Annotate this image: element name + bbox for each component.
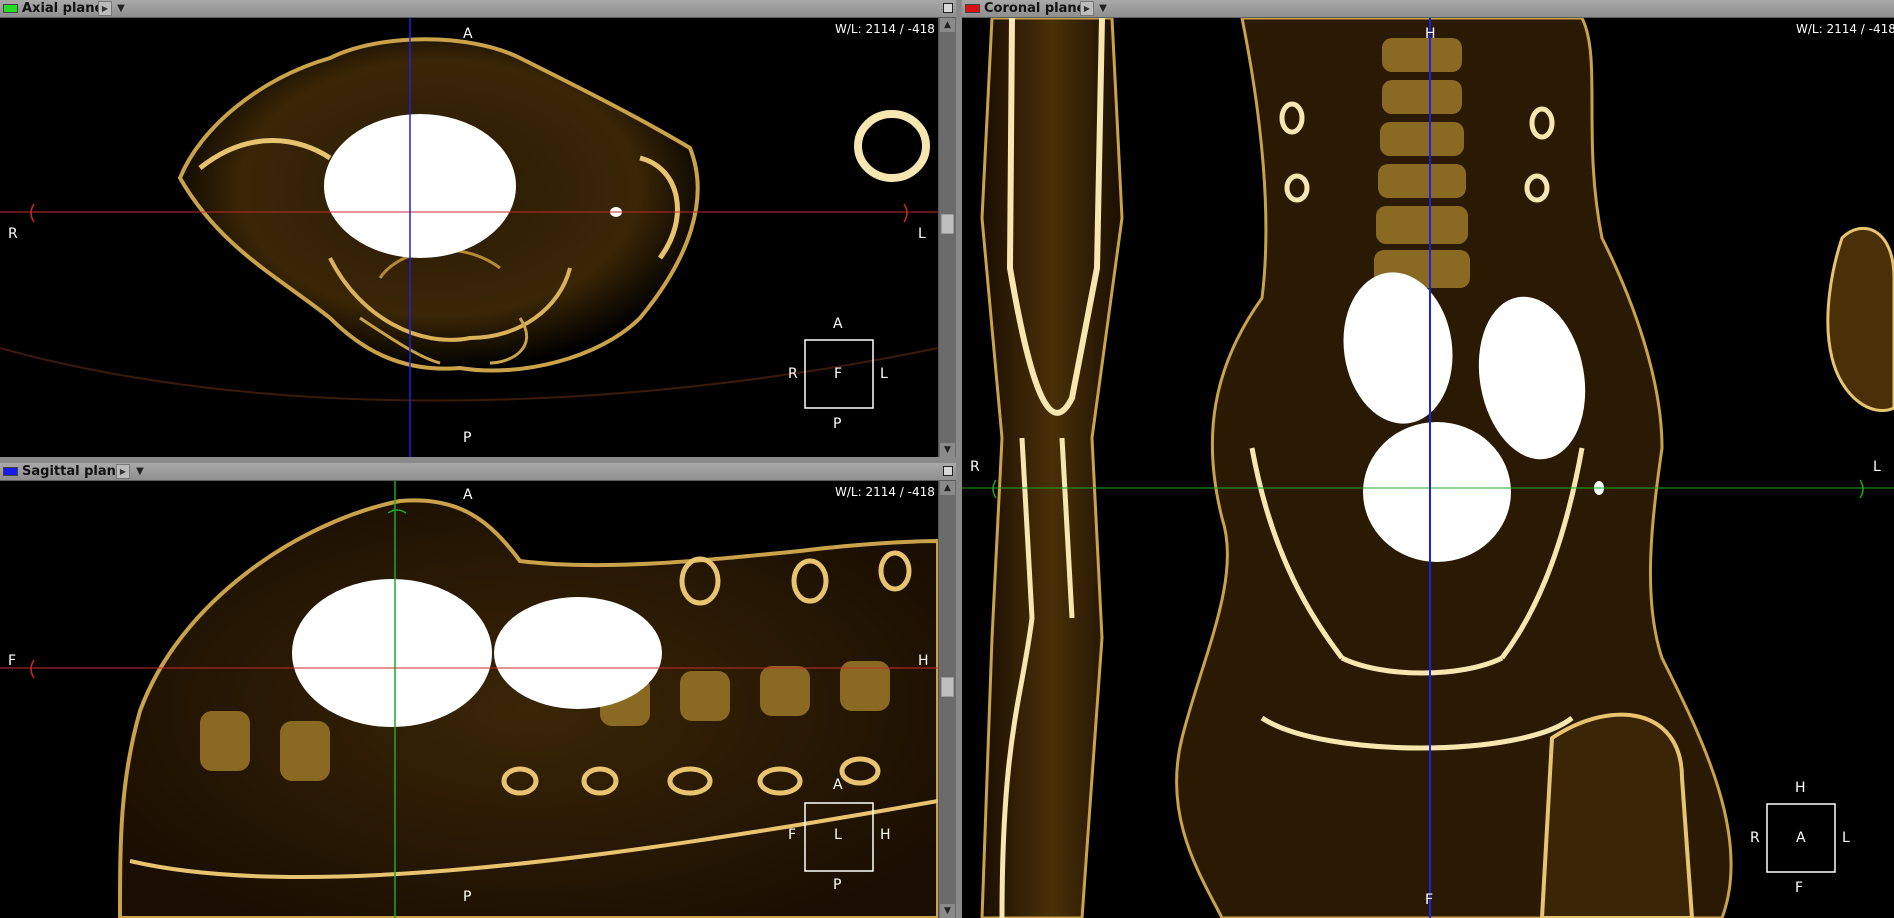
coronal-dropdown-icon[interactable]: ▼: [1096, 1, 1110, 16]
axial-cube-left: R: [788, 366, 798, 382]
coronal-cube-bottom: F: [1795, 880, 1804, 896]
sagittal-orient-left: F: [8, 653, 17, 669]
axial-scroll-down-icon[interactable]: ▼: [940, 443, 955, 457]
coronal-cube-center: A: [1796, 830, 1806, 846]
axial-orient-left: R: [8, 226, 18, 242]
axial-scroll-thumb[interactable]: [941, 214, 954, 234]
coronal-orient-bottom: F: [1425, 892, 1434, 908]
sagittal-viewport[interactable]: W/L: 2114 / -418 A P F H A P F H L: [0, 481, 956, 918]
sagittal-panel[interactable]: Sagittal plane ▶ ▼ W/L: 2114 / -418 A P …: [0, 463, 956, 918]
horizontal-splitter[interactable]: [0, 457, 956, 463]
coronal-orient-top: H: [1425, 26, 1436, 42]
sagittal-window-level: W/L: 2114 / -418: [835, 485, 935, 499]
axial-maximize-icon[interactable]: [943, 3, 953, 13]
coronal-panel[interactable]: Coronal plane ▶ ▼ W/L: 2114 / -418 H F R…: [962, 0, 1894, 918]
coronal-orient-right: L: [1873, 459, 1881, 475]
axial-scrollbar[interactable]: ▲ ▼: [938, 18, 956, 457]
axial-cube-center: F: [834, 366, 843, 382]
coronal-viewport[interactable]: W/L: 2114 / -418 H F R L H F R L A: [962, 18, 1894, 918]
sagittal-scrollbar[interactable]: ▲ ▼: [938, 481, 956, 918]
coronal-cube-top: H: [1795, 780, 1806, 796]
coronal-panel-title: Coronal plane: [984, 1, 1086, 16]
sagittal-titlebar: Sagittal plane ▶ ▼: [0, 463, 956, 481]
sagittal-cube-center: L: [834, 827, 842, 843]
axial-scroll-up-icon[interactable]: ▲: [940, 18, 955, 32]
axial-cube-right: L: [880, 366, 888, 382]
viewer-layout: Axial plane ▶ ▼ W/L: 2114 / -418 A P R L…: [0, 0, 1894, 918]
axial-color-swatch: [3, 4, 18, 13]
sagittal-maximize-icon[interactable]: [943, 466, 953, 476]
coronal-image: [962, 18, 1894, 918]
axial-dropdown-icon[interactable]: ▼: [114, 1, 128, 16]
sagittal-scroll-down-icon[interactable]: ▼: [940, 904, 955, 918]
sagittal-scroll-up-icon[interactable]: ▲: [940, 481, 955, 495]
axial-panel-title: Axial plane: [22, 1, 104, 16]
sagittal-orient-right: H: [918, 653, 929, 669]
coronal-cube-left: R: [1750, 830, 1760, 846]
sagittal-cube-right: H: [880, 827, 891, 843]
axial-cube-top: A: [833, 316, 843, 332]
coronal-cube-right: L: [1842, 830, 1850, 846]
axial-titlebar: Axial plane ▶ ▼: [0, 0, 956, 18]
axial-panel[interactable]: Axial plane ▶ ▼ W/L: 2114 / -418 A P R L…: [0, 0, 956, 457]
sagittal-color-swatch: [3, 467, 18, 476]
sagittal-play-icon[interactable]: ▶: [116, 464, 130, 479]
sagittal-image: [0, 481, 938, 918]
sagittal-cube-top: A: [833, 777, 843, 793]
coronal-play-icon[interactable]: ▶: [1080, 1, 1094, 16]
coronal-orient-left: R: [970, 459, 980, 475]
sagittal-cube-bottom: P: [833, 877, 842, 893]
sagittal-orient-top: A: [463, 487, 473, 503]
axial-viewport[interactable]: W/L: 2114 / -418 A P R L A P R L F: [0, 18, 956, 457]
axial-cube-bottom: P: [833, 416, 842, 432]
coronal-window-level: W/L: 2114 / -418: [1796, 22, 1894, 36]
sagittal-scroll-thumb[interactable]: [941, 677, 954, 697]
sagittal-orient-bottom: P: [463, 889, 472, 905]
coronal-color-swatch: [965, 4, 980, 13]
coronal-titlebar: Coronal plane ▶ ▼: [962, 0, 1894, 18]
sagittal-cube-left: F: [788, 827, 797, 843]
axial-image: [0, 18, 938, 457]
axial-play-icon[interactable]: ▶: [98, 1, 112, 16]
axial-orient-top: A: [463, 26, 473, 42]
axial-window-level: W/L: 2114 / -418: [835, 22, 935, 36]
sagittal-panel-title: Sagittal plane: [22, 464, 125, 479]
sagittal-dropdown-icon[interactable]: ▼: [133, 464, 147, 479]
axial-orient-bottom: P: [463, 430, 472, 446]
axial-orient-right: L: [918, 226, 926, 242]
